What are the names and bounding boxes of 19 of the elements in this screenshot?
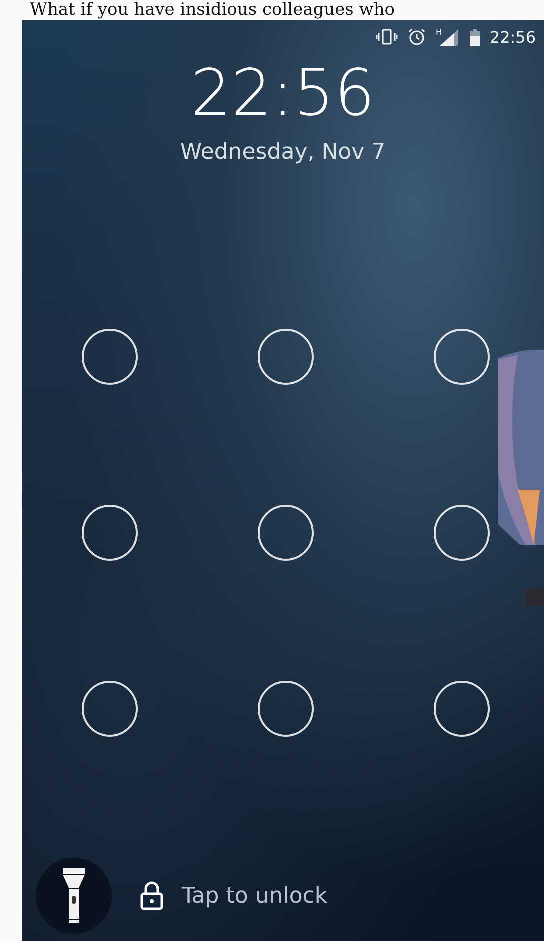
pattern-dot[interactable] xyxy=(258,681,314,737)
pattern-dot[interactable] xyxy=(434,681,490,737)
clock-time: 22:56 xyxy=(190,56,376,132)
pattern-dot[interactable] xyxy=(258,329,314,385)
battery-icon xyxy=(470,28,480,46)
pattern-dot[interactable] xyxy=(258,505,314,561)
flashlight-icon xyxy=(63,868,85,924)
pattern-dot[interactable] xyxy=(434,329,490,385)
pattern-dot[interactable] xyxy=(82,681,138,737)
pattern-dot[interactable] xyxy=(434,505,490,561)
status-time: 22:56 xyxy=(490,28,536,46)
padlock-icon xyxy=(140,881,164,911)
pattern-dot[interactable] xyxy=(82,505,138,561)
unlock-hint: Tap to unlock xyxy=(182,884,328,908)
clock-date: Wednesday, Nov 7 xyxy=(180,140,386,165)
article-caption: What if you have insidious colleagues who xyxy=(29,0,396,20)
alarm-clock-icon xyxy=(408,28,426,46)
pattern-dot[interactable] xyxy=(82,329,138,385)
vibrate-icon xyxy=(376,29,398,45)
